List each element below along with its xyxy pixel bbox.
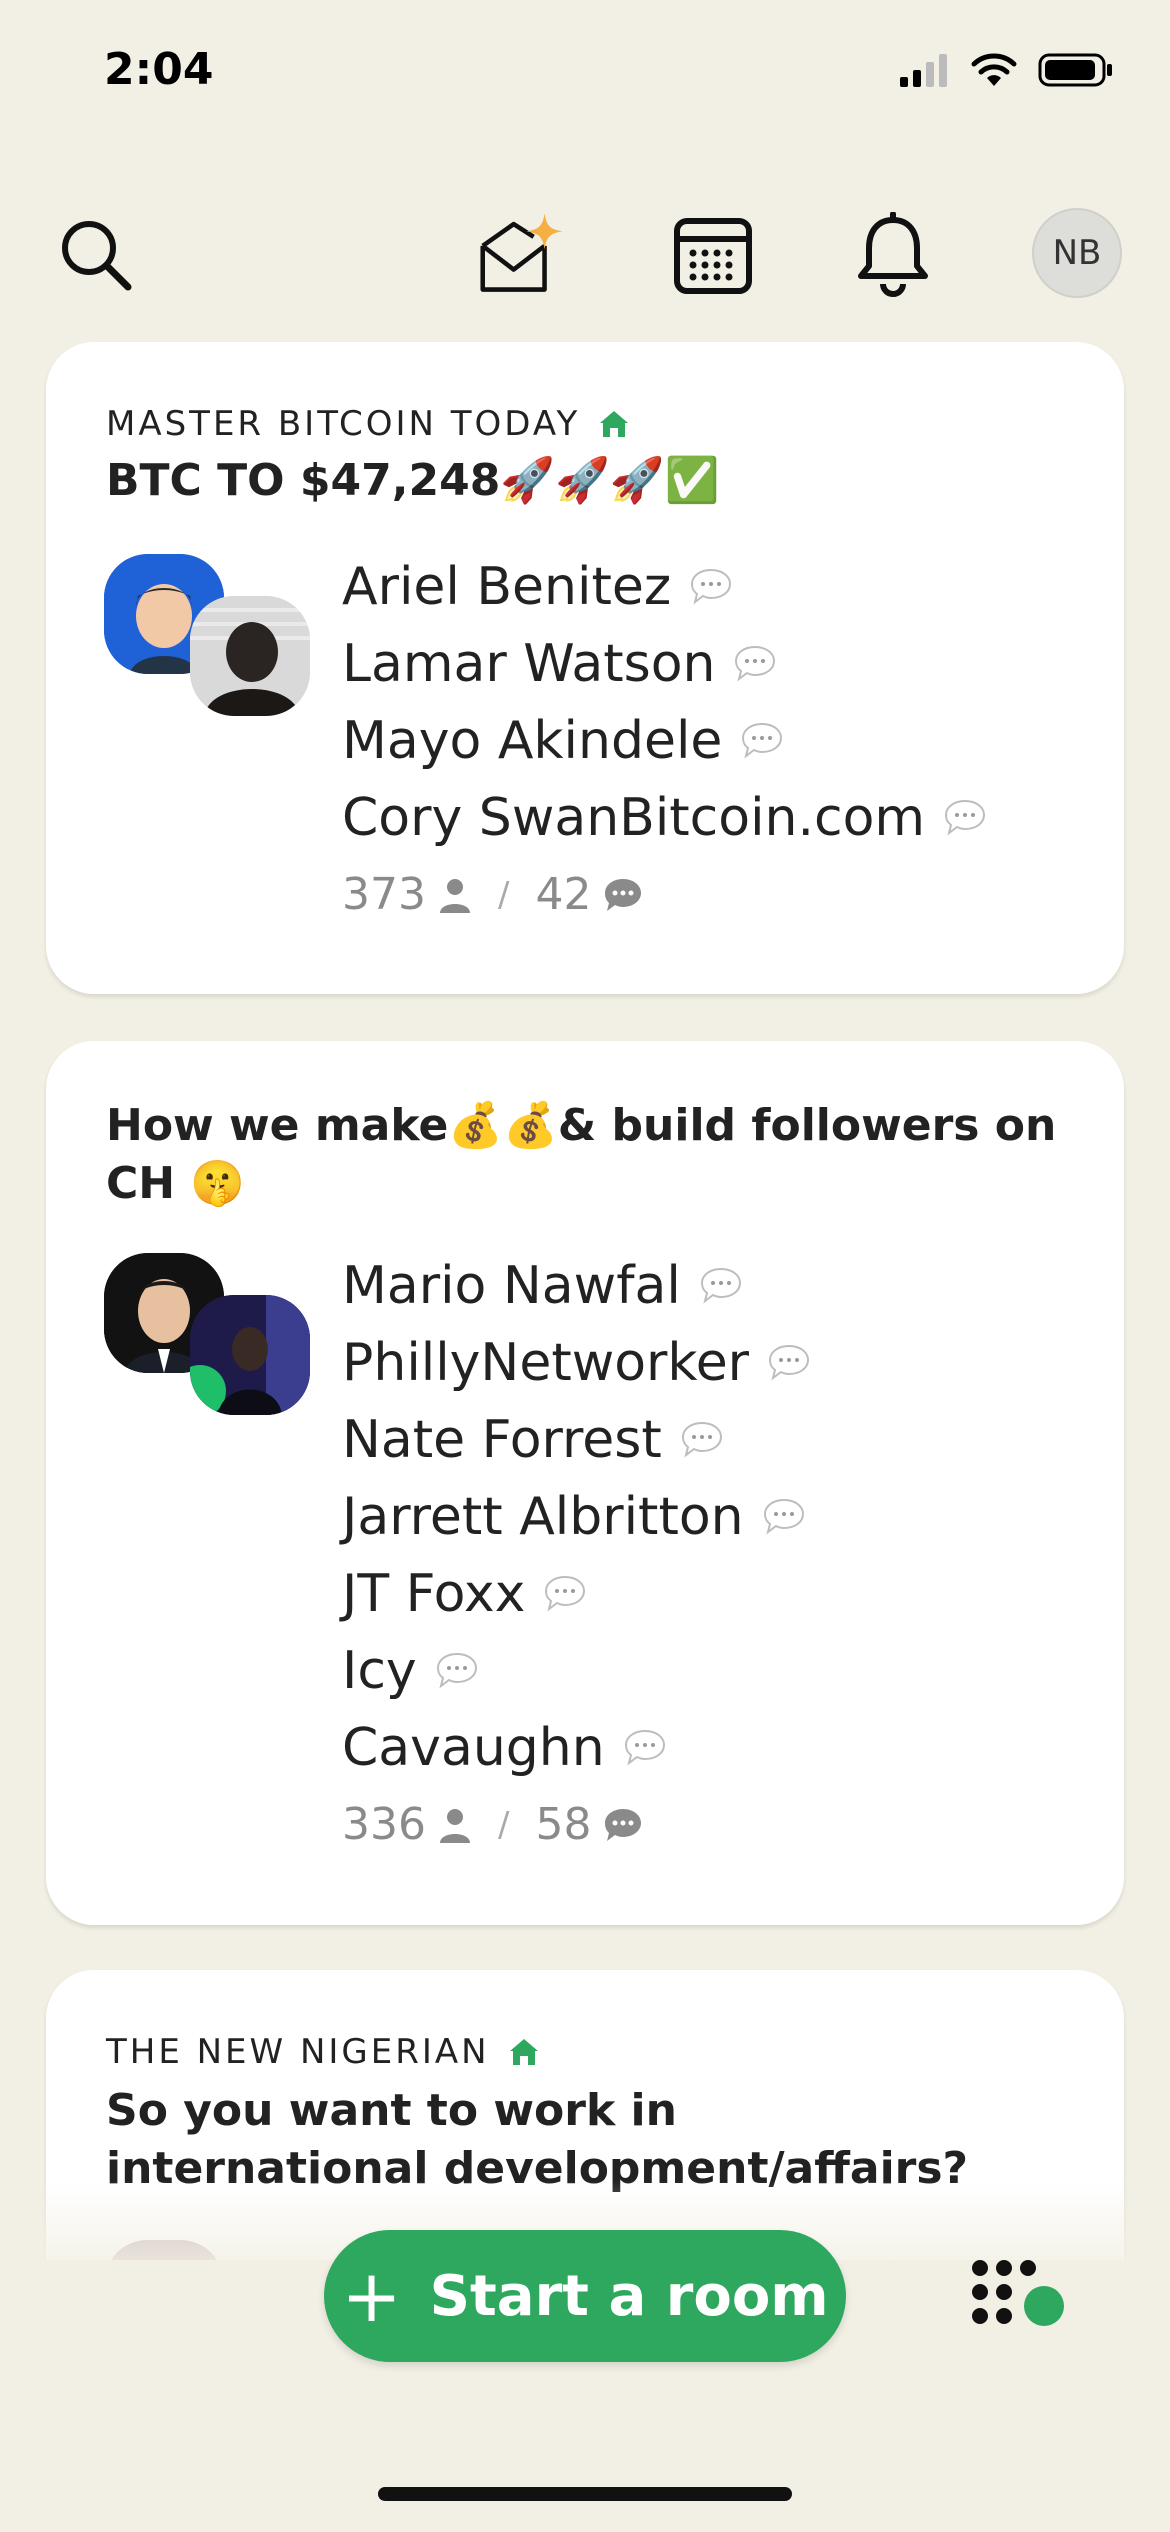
room-card[interactable]: How we make💰💰& build followers on CH 🤫 M…	[46, 1041, 1124, 1925]
count-separator: /	[497, 874, 510, 915]
club-name: MASTER BITCOIN TODAY	[106, 404, 630, 444]
chat-bubble-icon	[735, 645, 776, 681]
chat-bubble-icon	[681, 1421, 722, 1457]
house-icon	[600, 411, 629, 437]
online-grid-icon[interactable]	[970, 2258, 1070, 2338]
room-counts: 336 / 58	[342, 1786, 811, 1863]
speaker-name[interactable]: PhillyNetworker	[342, 1324, 811, 1401]
room-title: BTC TO $47,248🚀🚀🚀✅	[106, 455, 720, 506]
speaker-name[interactable]: Jarrett Albritton	[342, 1478, 811, 1555]
speaker-avatars	[104, 1253, 314, 1423]
speaker-name[interactable]: Icy	[342, 1632, 811, 1709]
chat-bubble-icon	[545, 1575, 586, 1611]
bell-icon[interactable]	[843, 195, 943, 315]
search-icon[interactable]	[46, 195, 146, 315]
start-room-button[interactable]: + Start a room	[324, 2230, 846, 2362]
person-icon	[439, 1808, 470, 1843]
speaker-name[interactable]: Mario Nawfal	[342, 1247, 811, 1324]
room-card[interactable]: MASTER BITCOIN TODAY BTC TO $47,248🚀🚀🚀✅ …	[46, 342, 1124, 994]
status-icons	[898, 52, 1114, 88]
cellular-signal-icon	[900, 54, 947, 87]
chat-bubble-icon	[436, 1652, 477, 1688]
speaker-name[interactable]: Cory SwanBitcoin.com	[342, 779, 987, 856]
wifi-icon	[971, 53, 1017, 86]
room-counts: 373 / 42	[342, 856, 987, 933]
chat-bubble-icon	[624, 1729, 665, 1765]
top-nav	[0, 195, 1170, 315]
chat-filled-icon	[605, 1808, 642, 1841]
chat-bubble-icon	[700, 1267, 741, 1303]
chat-bubble-icon	[691, 568, 732, 604]
status-time: 2:04	[104, 44, 214, 95]
calendar-icon[interactable]	[663, 195, 763, 315]
chat-bubble-icon	[742, 722, 783, 758]
battery-icon	[1038, 53, 1112, 87]
speaker-avatars	[104, 554, 314, 724]
club-name-label: THE NEW NIGERIAN	[106, 2032, 490, 2072]
speaker-name[interactable]: Cavaughn	[342, 1709, 811, 1786]
plus-icon: +	[341, 2254, 402, 2338]
speaker-count: 42	[535, 869, 592, 920]
listener-count: 336	[342, 1799, 426, 1850]
house-icon	[509, 2039, 538, 2065]
room-title: How we make💰💰& build followers on CH 🤫	[106, 1100, 1057, 1209]
listener-count: 373	[342, 869, 426, 920]
speaker-name[interactable]: Mayo Akindele	[342, 702, 987, 779]
chat-bubble-icon	[769, 1344, 810, 1380]
speaker-name[interactable]: Lamar Watson	[342, 625, 987, 702]
speaker-avatar	[190, 1295, 310, 1415]
speaker-name[interactable]: JT Foxx	[342, 1555, 811, 1632]
speaker-list: Ariel Benitez Lamar Watson Mayo Akindele…	[342, 548, 987, 933]
home-indicator	[378, 2487, 792, 2501]
speaker-name[interactable]: Nate Forrest	[342, 1401, 811, 1478]
chat-filled-icon	[605, 878, 642, 911]
speaker-count: 58	[535, 1799, 592, 1850]
start-room-label: Start a room	[429, 2263, 829, 2329]
person-icon	[439, 878, 470, 913]
chat-bubble-icon	[945, 799, 986, 835]
envelope-sparkle-icon[interactable]	[470, 195, 570, 315]
status-bar: 2:04	[0, 0, 1170, 150]
club-name-label: MASTER BITCOIN TODAY	[106, 404, 581, 444]
speaker-list: Mario Nawfal PhillyNetworker Nate Forres…	[342, 1247, 811, 1863]
profile-avatar[interactable]: NB	[1032, 208, 1122, 298]
speaker-avatar	[190, 596, 310, 716]
chat-bubble-icon	[763, 1498, 804, 1534]
speaker-name[interactable]: Ariel Benitez	[342, 548, 987, 625]
club-name: THE NEW NIGERIAN	[106, 2032, 540, 2072]
count-separator: /	[497, 1804, 510, 1845]
